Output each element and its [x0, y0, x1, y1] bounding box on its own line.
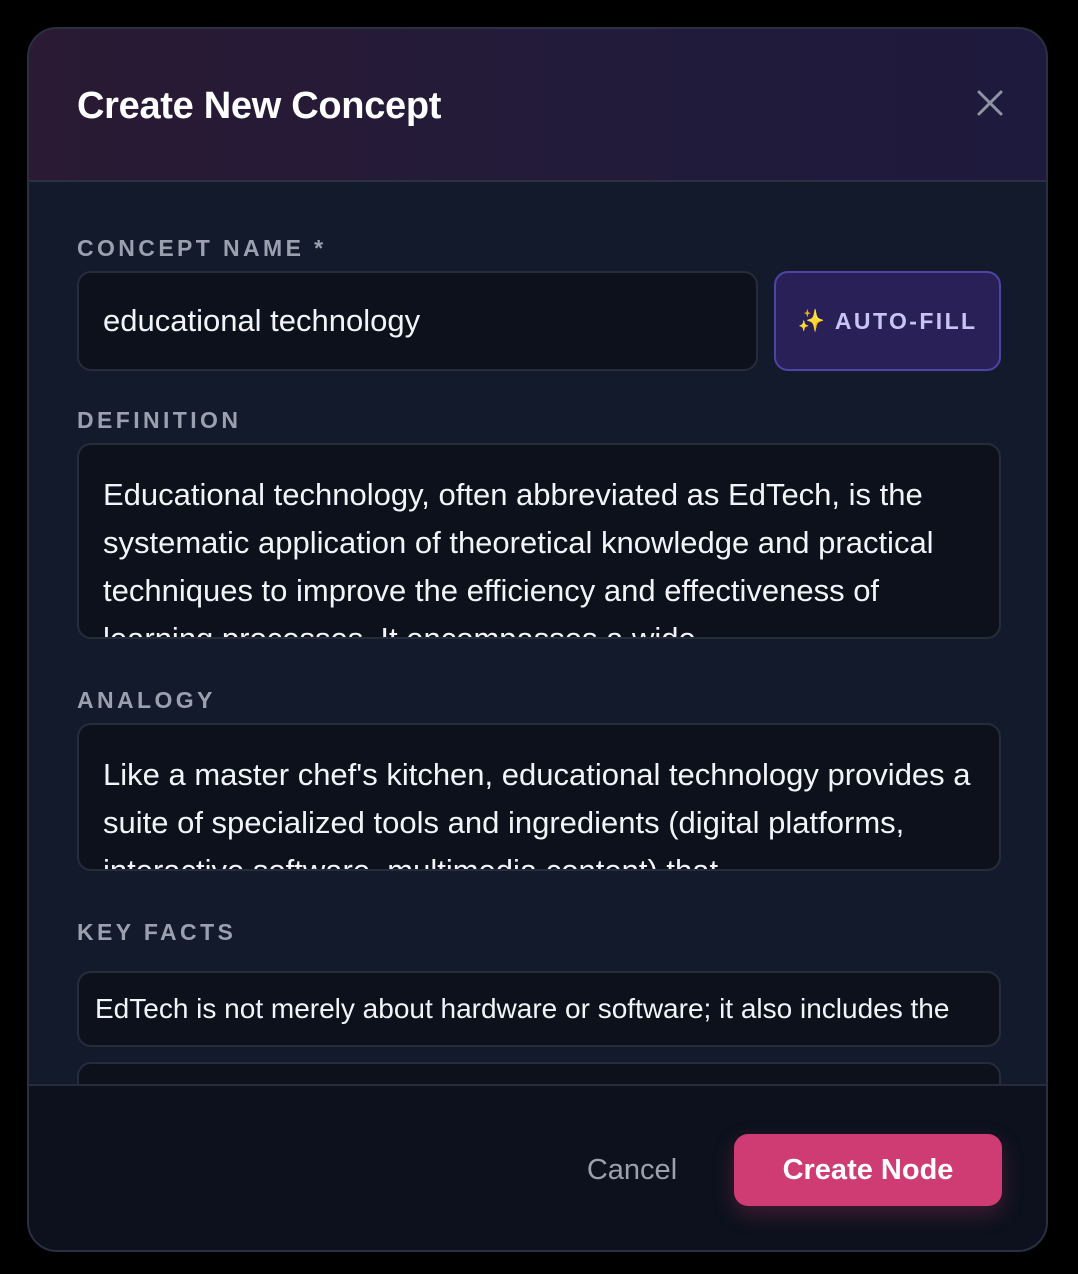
dialog-body: CONCEPT NAME * educational technology ✨ … [29, 182, 1046, 1084]
concept-name-input[interactable]: educational technology [77, 271, 758, 371]
create-node-button[interactable]: Create Node [734, 1134, 1002, 1206]
close-icon [977, 90, 1003, 116]
create-concept-dialog: Create New Concept CONCEPT NAME * educat… [27, 27, 1048, 1252]
analogy-label: ANALOGY [77, 687, 216, 713]
key-facts-label: KEY FACTS [77, 919, 237, 945]
analogy-textarea[interactable]: Like a master chef's kitchen, educationa… [77, 723, 1001, 871]
close-button[interactable] [972, 85, 1008, 121]
cancel-button[interactable]: Cancel [567, 1134, 697, 1206]
key-fact-input[interactable] [77, 1062, 1001, 1084]
definition-textarea[interactable]: Educational technology, often abbreviate… [77, 443, 1001, 639]
dialog-header: Create New Concept [29, 29, 1046, 182]
key-fact-input[interactable]: EdTech is not merely about hardware or s… [77, 971, 1001, 1047]
auto-fill-label: AUTO-FILL [834, 307, 978, 334]
dialog-title: Create New Concept [77, 85, 442, 127]
auto-fill-button[interactable]: ✨ AUTO-FILL [774, 271, 1001, 371]
sparkles-icon: ✨ [797, 308, 825, 333]
definition-label: DEFINITION [77, 407, 242, 433]
concept-name-label: CONCEPT NAME * [77, 235, 327, 261]
dialog-footer: Cancel Create Node [29, 1084, 1046, 1250]
